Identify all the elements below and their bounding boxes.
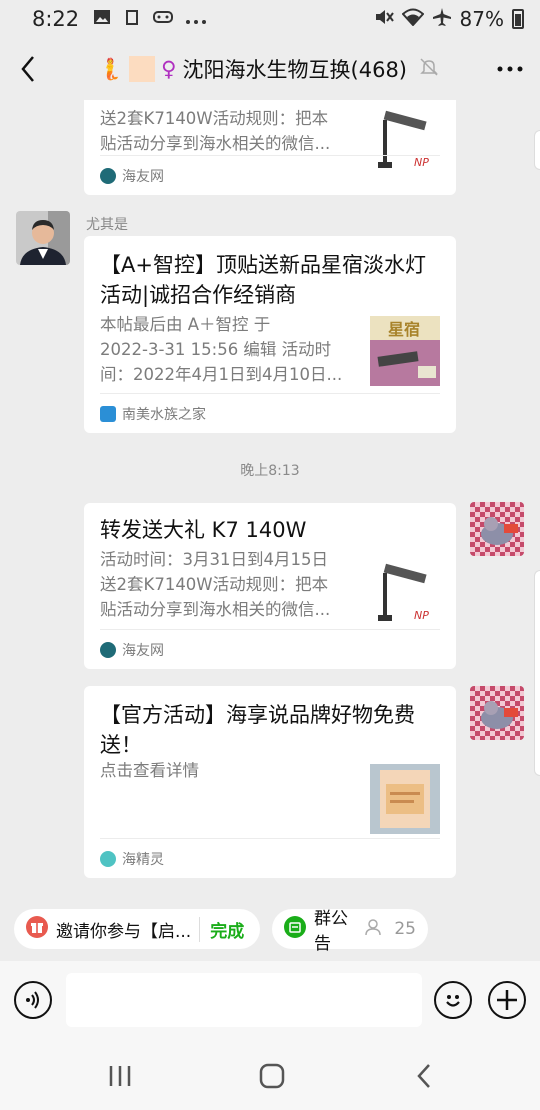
haiyouwang-logo-icon: [100, 167, 116, 184]
haiyouwang-logo-icon: [100, 641, 116, 658]
source-name: 海友网: [122, 642, 164, 659]
link-card-2[interactable]: 【A+智控】顶贴送新品星宿淡水灯活动|诚招合作经销商 本帖最后由 A＋智控 于 …: [84, 236, 456, 433]
gift-icon: [26, 915, 48, 943]
source-name: 南美水族之家: [122, 406, 206, 423]
chat-title: 🧜 ♀ 沈阳海水生物互换(468): [56, 54, 480, 84]
thumbnail-caption: 星宿: [388, 320, 421, 339]
group-notice-chip[interactable]: 群公告 25: [272, 909, 428, 954]
more-notifications-icon: [185, 9, 207, 30]
voice-icon: [26, 991, 39, 1009]
card-description: 活动时间：3月31日到4月15日 送2套K7140W活动规则：把本 贴活动分享到…: [100, 550, 331, 619]
card-source: 海精灵: [100, 838, 440, 878]
home-button[interactable]: [252, 1061, 292, 1091]
done-button[interactable]: 完成: [199, 916, 244, 942]
input-bar: [0, 961, 540, 1041]
recents-icon: [109, 1066, 131, 1086]
invite-chip[interactable]: 邀请你参与【启... 完成: [14, 909, 260, 949]
recent-apps-button[interactable]: [100, 1061, 140, 1091]
message-input[interactable]: [66, 973, 422, 1027]
chat-title-bar: 🧜 ♀ 沈阳海水生物互换(468): [0, 38, 540, 100]
source-name: 海精灵: [122, 851, 164, 868]
smiley-icon: [446, 995, 460, 1007]
announcement-icon: [284, 915, 306, 943]
battery-percent: 87%: [459, 7, 504, 31]
card-thumbnail: [370, 764, 440, 834]
status-bar: 8:22 87%: [0, 0, 540, 38]
add-button[interactable]: [488, 981, 526, 1019]
card-title: 转发送大礼 K7 140W: [100, 518, 307, 542]
chat-messages[interactable]: 送2套K7140W活动规则：把本 贴活动分享到海水相关的微信... NP 海友网…: [0, 100, 540, 897]
link-card-1[interactable]: 送2套K7140W活动规则：把本 贴活动分享到海水相关的微信... NP 海友网: [84, 100, 456, 195]
mermaid-emoji: 🧜: [96, 56, 124, 81]
game-icon: [153, 8, 174, 31]
card-source: 海友网: [100, 629, 440, 669]
source-name: 海友网: [122, 168, 164, 185]
card-title: 【官方活动】海享说品牌好物免费送！: [100, 703, 415, 757]
clipboard-icon: [123, 8, 141, 31]
group-name: 沈阳海水生物互换(468): [182, 58, 407, 82]
avatar[interactable]: [16, 211, 70, 265]
card-description: 点击查看详情: [100, 761, 199, 780]
female-sign-emoji: ♀: [161, 57, 177, 81]
sender-name: 尤其是: [86, 217, 128, 233]
card-source: 南美水族之家: [100, 393, 440, 433]
plus-icon: [497, 990, 517, 1010]
card-thumbnail: NP: [370, 559, 442, 631]
haijingling-logo-icon: [100, 850, 116, 867]
system-nav-bar: [0, 1041, 540, 1110]
own-avatar[interactable]: [470, 502, 524, 556]
quick-actions-bar: 邀请你参与【启... 完成 群公告 25: [0, 897, 540, 961]
battery-icon: [512, 9, 524, 29]
more-dots-icon: [497, 66, 523, 72]
chevron-left-icon: [21, 56, 34, 82]
airplane-icon: [432, 7, 452, 32]
link-card-3[interactable]: 转发送大礼 K7 140W 活动时间：3月31日到4月15日 送2套K7140W…: [84, 503, 456, 669]
group-notice-label: 群公告: [314, 909, 348, 954]
color-square-emoji: [129, 56, 156, 82]
home-icon: [259, 1063, 285, 1089]
more-button[interactable]: [480, 38, 540, 100]
system-back-button[interactable]: [404, 1061, 444, 1091]
card-description: 本帖最后由 A＋智控 于 2022-3-31 15:56 编辑 活动时 间：20…: [100, 315, 343, 384]
link-card-4[interactable]: 【官方活动】海享说品牌好物免费送！ 点击查看详情 海精灵: [84, 686, 456, 878]
notice-count: 25: [394, 919, 416, 939]
message-timestamp: 晚上8:13: [240, 463, 300, 479]
scroll-handle[interactable]: [534, 570, 540, 776]
invite-label: 邀请你参与【启...: [56, 921, 192, 942]
own-avatar[interactable]: [470, 686, 524, 740]
card-thumbnail: 星宿: [370, 316, 440, 386]
status-time: 8:22: [32, 7, 80, 31]
scroll-handle[interactable]: [534, 130, 540, 170]
back-chevron-icon: [417, 1064, 430, 1088]
card-description: 送2套K7140W活动规则：把本 贴活动分享到海水相关的微信...: [100, 109, 331, 153]
emoji-button[interactable]: [434, 981, 472, 1019]
back-button[interactable]: [0, 38, 56, 100]
svg-text:NP: NP: [414, 609, 429, 622]
voice-button[interactable]: [14, 981, 52, 1019]
gallery-icon: [93, 8, 111, 31]
person-icon: [364, 918, 382, 941]
wifi-icon: [401, 7, 424, 31]
mute-notification-icon: [419, 57, 439, 82]
mute-icon: [374, 7, 394, 31]
card-title: 【A+智控】顶贴送新品星宿淡水灯活动|诚招合作经销商: [100, 253, 426, 307]
nanmei-logo-icon: [100, 405, 116, 422]
card-source: 海友网: [100, 155, 440, 195]
